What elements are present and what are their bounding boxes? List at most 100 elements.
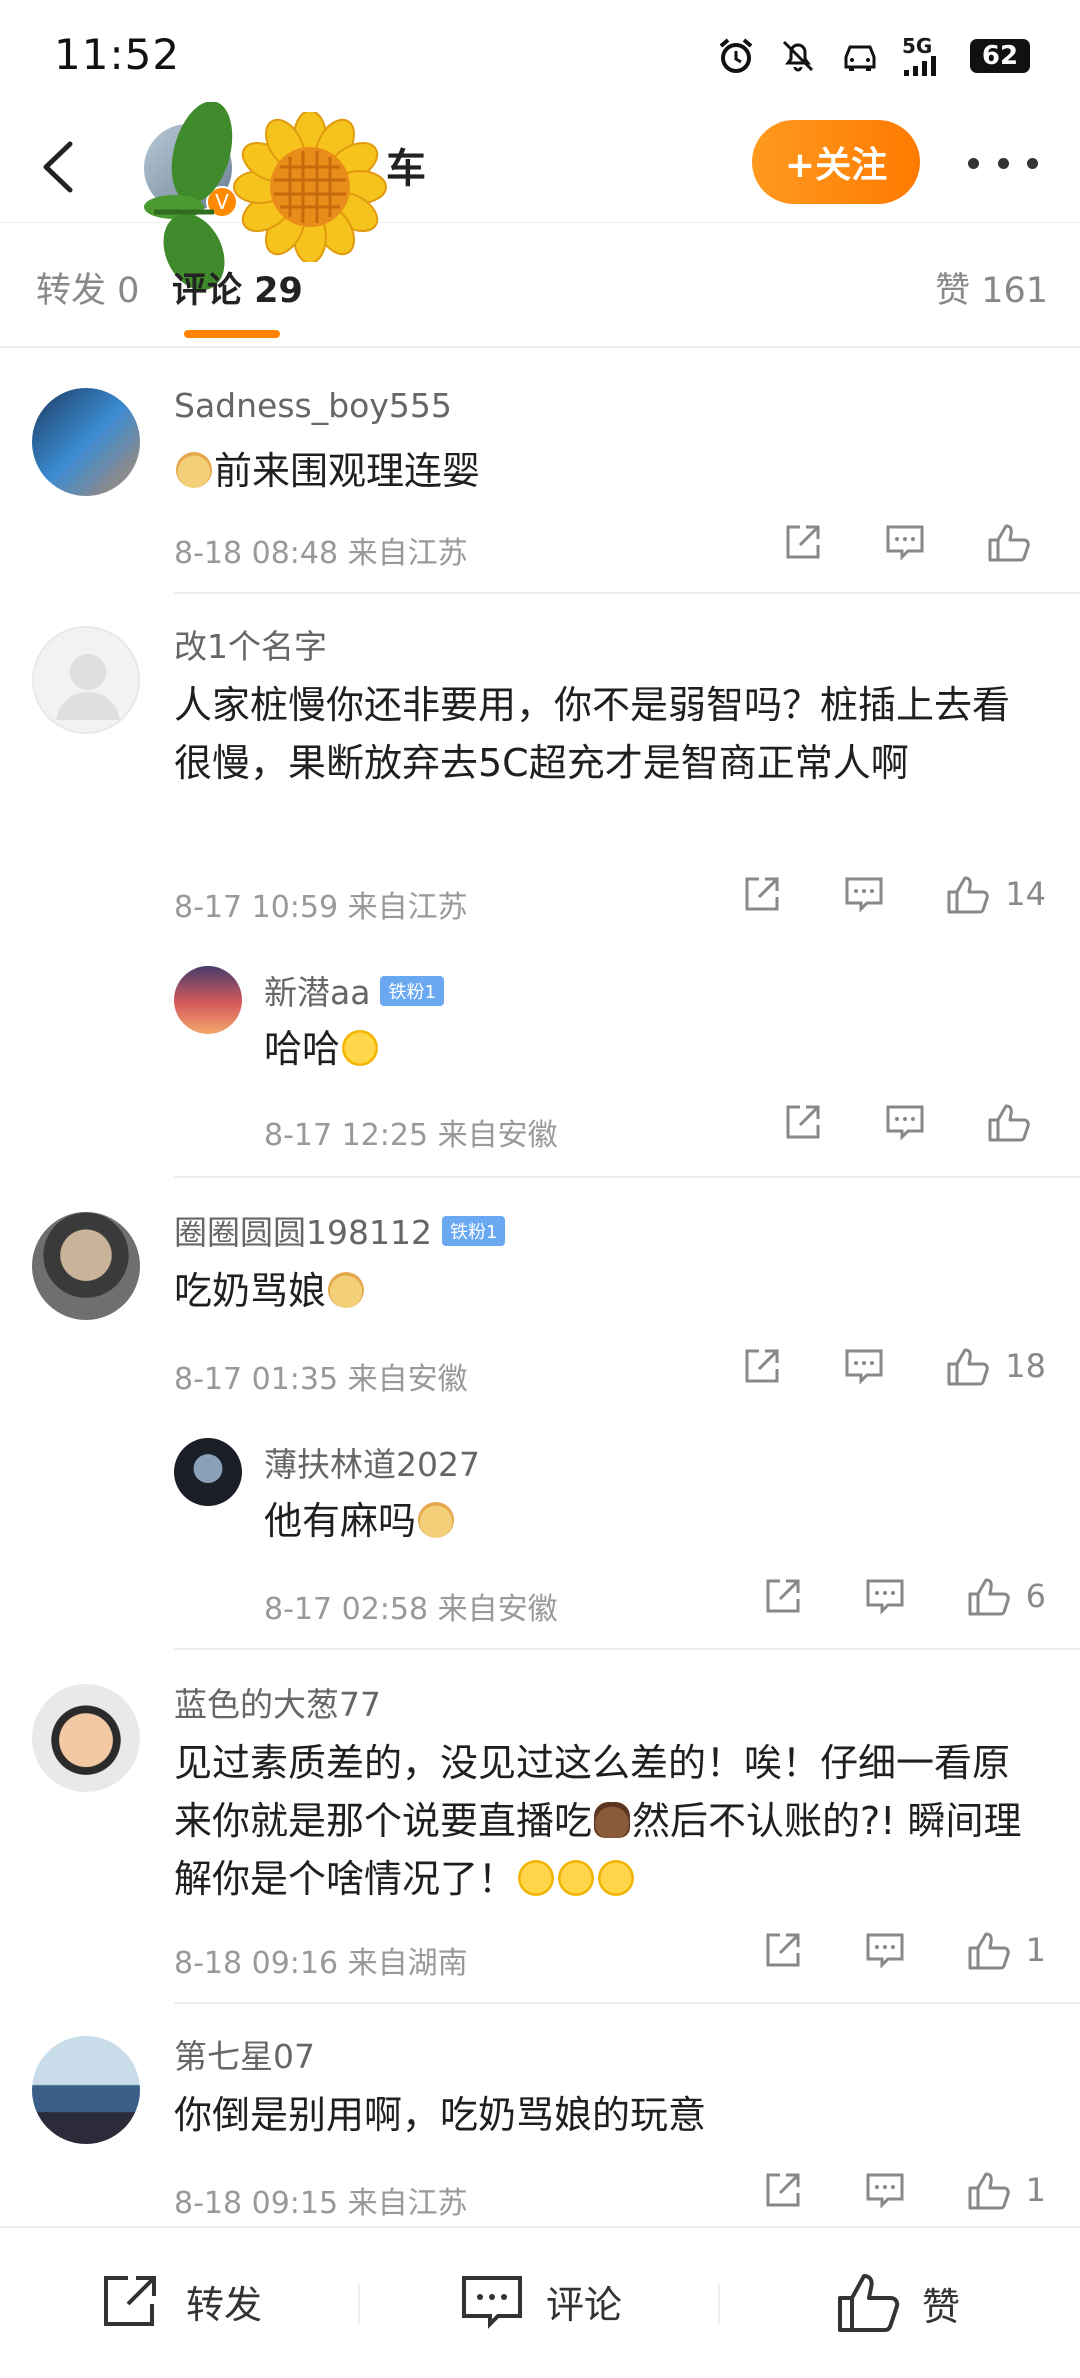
comment-actions: 18 bbox=[681, 1344, 1046, 1388]
fan-badge: 铁粉1 bbox=[441, 1215, 506, 1246]
bottom-like-button[interactable]: 赞 bbox=[836, 2272, 960, 2334]
comment-meta: 8-18 08:48 来自江苏 bbox=[174, 536, 468, 571]
like-button[interactable]: 14 bbox=[945, 872, 1046, 916]
like-count: 6 bbox=[1025, 1577, 1046, 1615]
reply-button[interactable] bbox=[884, 1101, 926, 1143]
follow-button[interactable]: +关注 bbox=[752, 120, 920, 204]
repost-button[interactable] bbox=[762, 1575, 804, 1617]
like-button[interactable]: 1 bbox=[966, 1928, 1046, 1972]
poop-emoji-icon bbox=[594, 1801, 631, 1838]
comment-actions bbox=[722, 520, 1046, 564]
comment-author[interactable]: 新潜aa 铁粉1 bbox=[264, 966, 444, 1014]
comment-meta: 8-17 10:59 来自江苏 bbox=[174, 890, 468, 925]
tab-comments[interactable]: 评论 29 bbox=[172, 262, 303, 313]
reply-button[interactable] bbox=[843, 873, 885, 915]
comment-meta: 8-17 02:58 来自安徽 bbox=[264, 1592, 558, 1627]
like-button[interactable] bbox=[986, 1100, 1046, 1144]
comment-icon bbox=[845, 877, 883, 913]
thumbs-up-icon bbox=[968, 1578, 1010, 1616]
network-type: 5G bbox=[902, 34, 933, 58]
comment-actions: 1 bbox=[702, 2168, 1046, 2212]
avatar[interactable] bbox=[32, 626, 140, 734]
repost-button[interactable] bbox=[741, 873, 783, 915]
comment-icon bbox=[886, 525, 924, 561]
avatar[interactable] bbox=[174, 966, 242, 1034]
signal-icon: 5G bbox=[902, 36, 948, 76]
laughing-crying-emoji-icon bbox=[598, 1859, 635, 1896]
author-name: 圈圈圆圆198112 bbox=[174, 1213, 432, 1252]
comment-author[interactable]: Sadness_boy555 bbox=[174, 386, 452, 425]
comment-author[interactable]: 蓝色的大葱77 bbox=[174, 1678, 381, 1726]
tab-bar: 转发 0 评论 29 赞 161 bbox=[0, 222, 1080, 348]
bottom-comment-label: 评论 bbox=[546, 2282, 623, 2327]
share-icon bbox=[786, 525, 820, 559]
alarm-icon bbox=[716, 36, 756, 76]
like-button[interactable]: 6 bbox=[966, 1574, 1046, 1618]
thumbs-up-icon bbox=[947, 876, 990, 914]
comment-body: 哈哈 bbox=[264, 1027, 341, 1071]
repost-button[interactable] bbox=[782, 521, 824, 563]
share-icon bbox=[786, 1105, 820, 1139]
comment-text: 前来围观理连婴 bbox=[174, 442, 1044, 500]
more-options-button[interactable] bbox=[968, 138, 1038, 188]
repost-button[interactable] bbox=[762, 1929, 804, 1971]
author-name-suffix[interactable]: 车 bbox=[386, 136, 426, 194]
comment-text: 他有麻吗 bbox=[264, 1492, 1044, 1550]
like-button[interactable] bbox=[986, 520, 1046, 564]
chevron-left-icon bbox=[43, 141, 73, 193]
reply-button[interactable] bbox=[884, 521, 926, 563]
avatar[interactable] bbox=[32, 2036, 140, 2144]
repost-button[interactable] bbox=[782, 1101, 824, 1143]
comment-author[interactable]: 薄扶林道2027 bbox=[264, 1438, 480, 1486]
divider bbox=[718, 2284, 720, 2324]
comment-body: 吃奶骂娘 bbox=[174, 1269, 327, 1313]
status-bar: 11:52 5G 62 bbox=[0, 0, 1080, 112]
mute-icon bbox=[778, 36, 818, 76]
comment-author[interactable]: 第七星07 bbox=[174, 2030, 315, 2078]
reply-button[interactable] bbox=[864, 2169, 906, 2211]
repost-button[interactable] bbox=[762, 2169, 804, 2211]
tab-likes[interactable]: 赞 161 bbox=[935, 262, 1048, 313]
share-icon bbox=[766, 1579, 800, 1613]
comment-author[interactable]: 圈圈圆圆198112 铁粉1 bbox=[174, 1206, 506, 1254]
battery-indicator: 62 bbox=[970, 39, 1030, 73]
thumbs-up-icon bbox=[947, 1348, 990, 1386]
tab-repost[interactable]: 转发 0 bbox=[36, 262, 139, 313]
share-icon bbox=[745, 1349, 779, 1383]
bottom-comment-button[interactable]: 评论 bbox=[460, 2272, 622, 2330]
comment-meta: 8-17 12:25 来自安徽 bbox=[264, 1118, 558, 1153]
author-name: 新潜aa bbox=[264, 973, 371, 1012]
avatar[interactable] bbox=[174, 1438, 242, 1506]
reply-button[interactable] bbox=[843, 1345, 885, 1387]
repost-button[interactable] bbox=[741, 1345, 783, 1387]
comment-text: 你倒是别用啊，吃奶骂娘的玩意 bbox=[174, 2093, 707, 2137]
thumbs-up-icon bbox=[988, 1104, 1030, 1142]
avatar[interactable] bbox=[32, 1212, 140, 1320]
reply-button[interactable] bbox=[864, 1929, 906, 1971]
comment-actions: 14 bbox=[681, 872, 1046, 916]
active-tab-indicator bbox=[184, 330, 280, 338]
back-button[interactable] bbox=[30, 132, 90, 202]
car-icon bbox=[840, 36, 880, 76]
comment-text: 见过素质差的，没见过这么差的！唉！仔细一看原来你就是那个说要直播吃 然后不认账的?… bbox=[174, 1734, 1044, 1908]
laughing-crying-emoji-icon bbox=[518, 1859, 555, 1896]
bottom-repost-button[interactable]: 转发 bbox=[100, 2272, 262, 2330]
like-button[interactable]: 1 bbox=[966, 2168, 1046, 2212]
laughing-crying-emoji-icon bbox=[342, 1029, 379, 1066]
like-count: 18 bbox=[1005, 1347, 1046, 1385]
like-count: 1 bbox=[1025, 1931, 1046, 1969]
reply-button[interactable] bbox=[864, 1575, 906, 1617]
page-header: V 车 +关注 bbox=[0, 102, 1080, 291]
share-icon bbox=[104, 2276, 156, 2326]
divider bbox=[174, 1176, 1080, 1178]
avatar[interactable] bbox=[32, 1684, 140, 1792]
comment-text: 哈哈 bbox=[264, 1020, 1044, 1078]
comment-body: 他有麻吗 bbox=[264, 1499, 417, 1543]
comment-author[interactable]: 改1个名字 bbox=[174, 620, 327, 668]
avatar[interactable] bbox=[32, 388, 140, 496]
like-count: 14 bbox=[1005, 875, 1046, 913]
comment-icon bbox=[866, 1579, 904, 1615]
divider bbox=[174, 592, 1080, 594]
comment-meta: 8-18 09:16 来自湖南 bbox=[174, 1946, 468, 1981]
like-button[interactable]: 18 bbox=[945, 1344, 1046, 1388]
